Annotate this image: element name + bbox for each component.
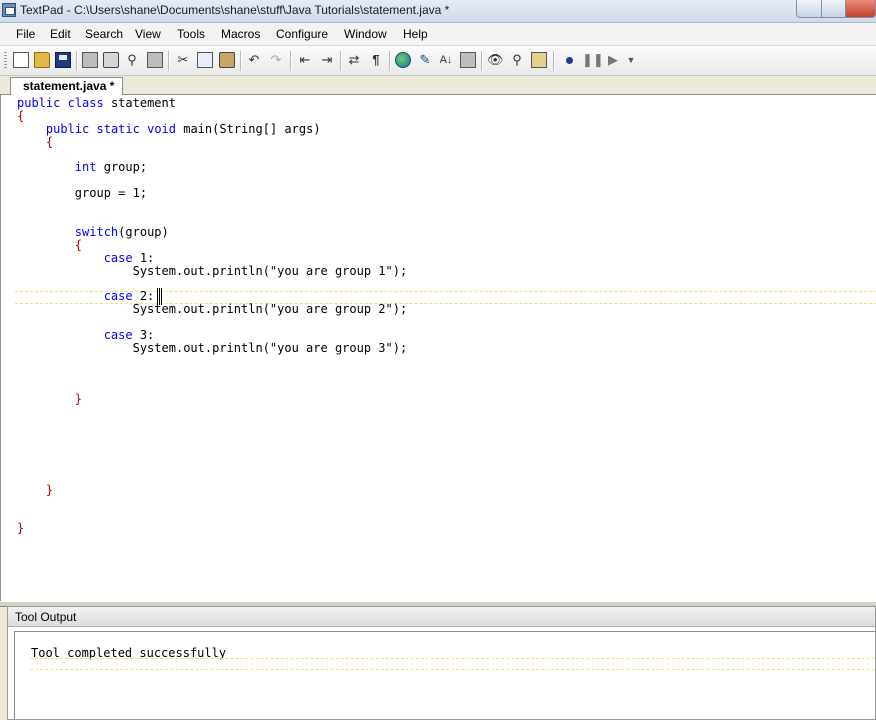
toolbar-separator bbox=[553, 51, 555, 71]
toolbar-separator bbox=[76, 51, 78, 71]
code-line: } bbox=[45, 482, 54, 497]
menu-window[interactable]: Window bbox=[344, 27, 387, 41]
indent-icon[interactable]: ⇤ bbox=[297, 52, 313, 68]
toolbar-separator bbox=[481, 51, 483, 71]
tab-statement-java[interactable]: statement.java * bbox=[10, 77, 124, 95]
open-folder-icon[interactable] bbox=[34, 52, 50, 68]
menu-view[interactable]: View bbox=[135, 27, 161, 41]
pilcrow-icon[interactable]: ¶ bbox=[368, 52, 384, 68]
toolbar-separator bbox=[290, 51, 292, 71]
redo-icon[interactable]: ↷ bbox=[268, 52, 284, 68]
find-in-files-icon[interactable] bbox=[531, 52, 547, 68]
menu-search[interactable]: Search bbox=[85, 27, 123, 41]
manage-files-icon[interactable] bbox=[147, 52, 163, 68]
save-all-icon[interactable] bbox=[82, 52, 98, 68]
minimize-button[interactable] bbox=[796, 0, 822, 18]
editor-gutter bbox=[1, 95, 14, 601]
code-text[interactable]: public class statement { public static vo… bbox=[17, 97, 407, 535]
insert-icon[interactable] bbox=[460, 52, 476, 68]
tools-icon[interactable]: ✎ bbox=[417, 52, 433, 68]
code-line: group = 1; bbox=[74, 186, 148, 201]
menu-edit[interactable]: Edit bbox=[50, 27, 71, 41]
play-macro-icon[interactable]: ▶ bbox=[605, 52, 621, 68]
toolbar-separator bbox=[389, 51, 391, 71]
record-macro-icon[interactable] bbox=[566, 57, 573, 64]
save-icon[interactable] bbox=[55, 52, 71, 68]
close-button[interactable] bbox=[845, 0, 876, 18]
toolbar-separator bbox=[168, 51, 170, 71]
menu-help[interactable]: Help bbox=[403, 27, 428, 41]
menu-configure[interactable]: Configure bbox=[276, 27, 328, 41]
toolbar-grip[interactable] bbox=[4, 52, 7, 70]
code-line: System.out.println("you are group 3"); bbox=[132, 340, 408, 355]
menu-file[interactable]: File bbox=[16, 27, 35, 41]
pause-macro-icon[interactable]: ❚❚ bbox=[582, 52, 604, 68]
maximize-button[interactable] bbox=[821, 0, 846, 18]
menu-tools[interactable]: Tools bbox=[177, 27, 205, 41]
toolbar-separator bbox=[240, 51, 242, 71]
text-cursor-icon bbox=[157, 288, 162, 305]
code-line: System.out.println("you are group 1"); bbox=[132, 263, 408, 278]
tool-output-header: Tool Output bbox=[8, 607, 875, 627]
print-preview-icon[interactable]: ⚲ bbox=[124, 52, 140, 68]
new-document-icon[interactable] bbox=[13, 52, 29, 68]
standard-toolbar: ⚲ ✂ ↶ ↷ ⇤ ⇥ ⇄ ¶ ✎ A↓ 👁 ⚲ ❚❚ ▶ ▼ bbox=[0, 46, 876, 76]
code-line: } bbox=[17, 521, 25, 536]
textpad-app-icon[interactable] bbox=[2, 3, 16, 17]
document-tab-strip: statement.java * bbox=[0, 76, 876, 95]
toolbar-overflow-icon[interactable]: ▼ bbox=[623, 52, 639, 68]
find-icon[interactable]: ⚲ bbox=[509, 52, 525, 68]
copy-icon[interactable] bbox=[197, 52, 213, 68]
tool-output-content[interactable]: Tool completed successfully bbox=[14, 631, 876, 719]
outdent-icon[interactable]: ⇥ bbox=[319, 52, 335, 68]
code-line: int group; bbox=[74, 160, 148, 175]
paste-icon[interactable] bbox=[219, 52, 235, 68]
code-line: } bbox=[74, 392, 83, 407]
print-icon[interactable] bbox=[103, 52, 119, 68]
tool-output-current-line bbox=[30, 658, 876, 670]
tool-output-panel: Tool Output Tool completed successfully bbox=[7, 606, 876, 720]
sort-icon[interactable]: A↓ bbox=[438, 52, 454, 68]
code-line: public class statement bbox=[17, 96, 176, 110]
undo-icon[interactable]: ↶ bbox=[246, 52, 262, 68]
word-wrap-icon[interactable]: ⇄ bbox=[346, 52, 362, 68]
menu-bar: File Edit Search View Tools Macros Confi… bbox=[0, 23, 876, 46]
window-controls bbox=[796, 0, 876, 18]
spell-check-icon[interactable]: 👁 bbox=[487, 52, 504, 68]
menu-macros[interactable]: Macros bbox=[221, 27, 260, 41]
cut-icon[interactable]: ✂ bbox=[175, 52, 191, 68]
title-bar: TextPad - C:\Users\shane\Documents\shane… bbox=[0, 0, 876, 23]
code-line: public static void main(String[] args) bbox=[45, 121, 321, 136]
tool-output-title: Tool Output bbox=[15, 610, 77, 624]
code-line: { bbox=[45, 134, 54, 149]
web-browser-icon[interactable] bbox=[395, 52, 411, 68]
window-title: TextPad - C:\Users\shane\Documents\shane… bbox=[20, 3, 450, 17]
toolbar-separator bbox=[340, 51, 342, 71]
code-line: System.out.println("you are group 2"); bbox=[132, 302, 408, 317]
code-editor[interactable]: public class statement { public static vo… bbox=[0, 95, 876, 601]
